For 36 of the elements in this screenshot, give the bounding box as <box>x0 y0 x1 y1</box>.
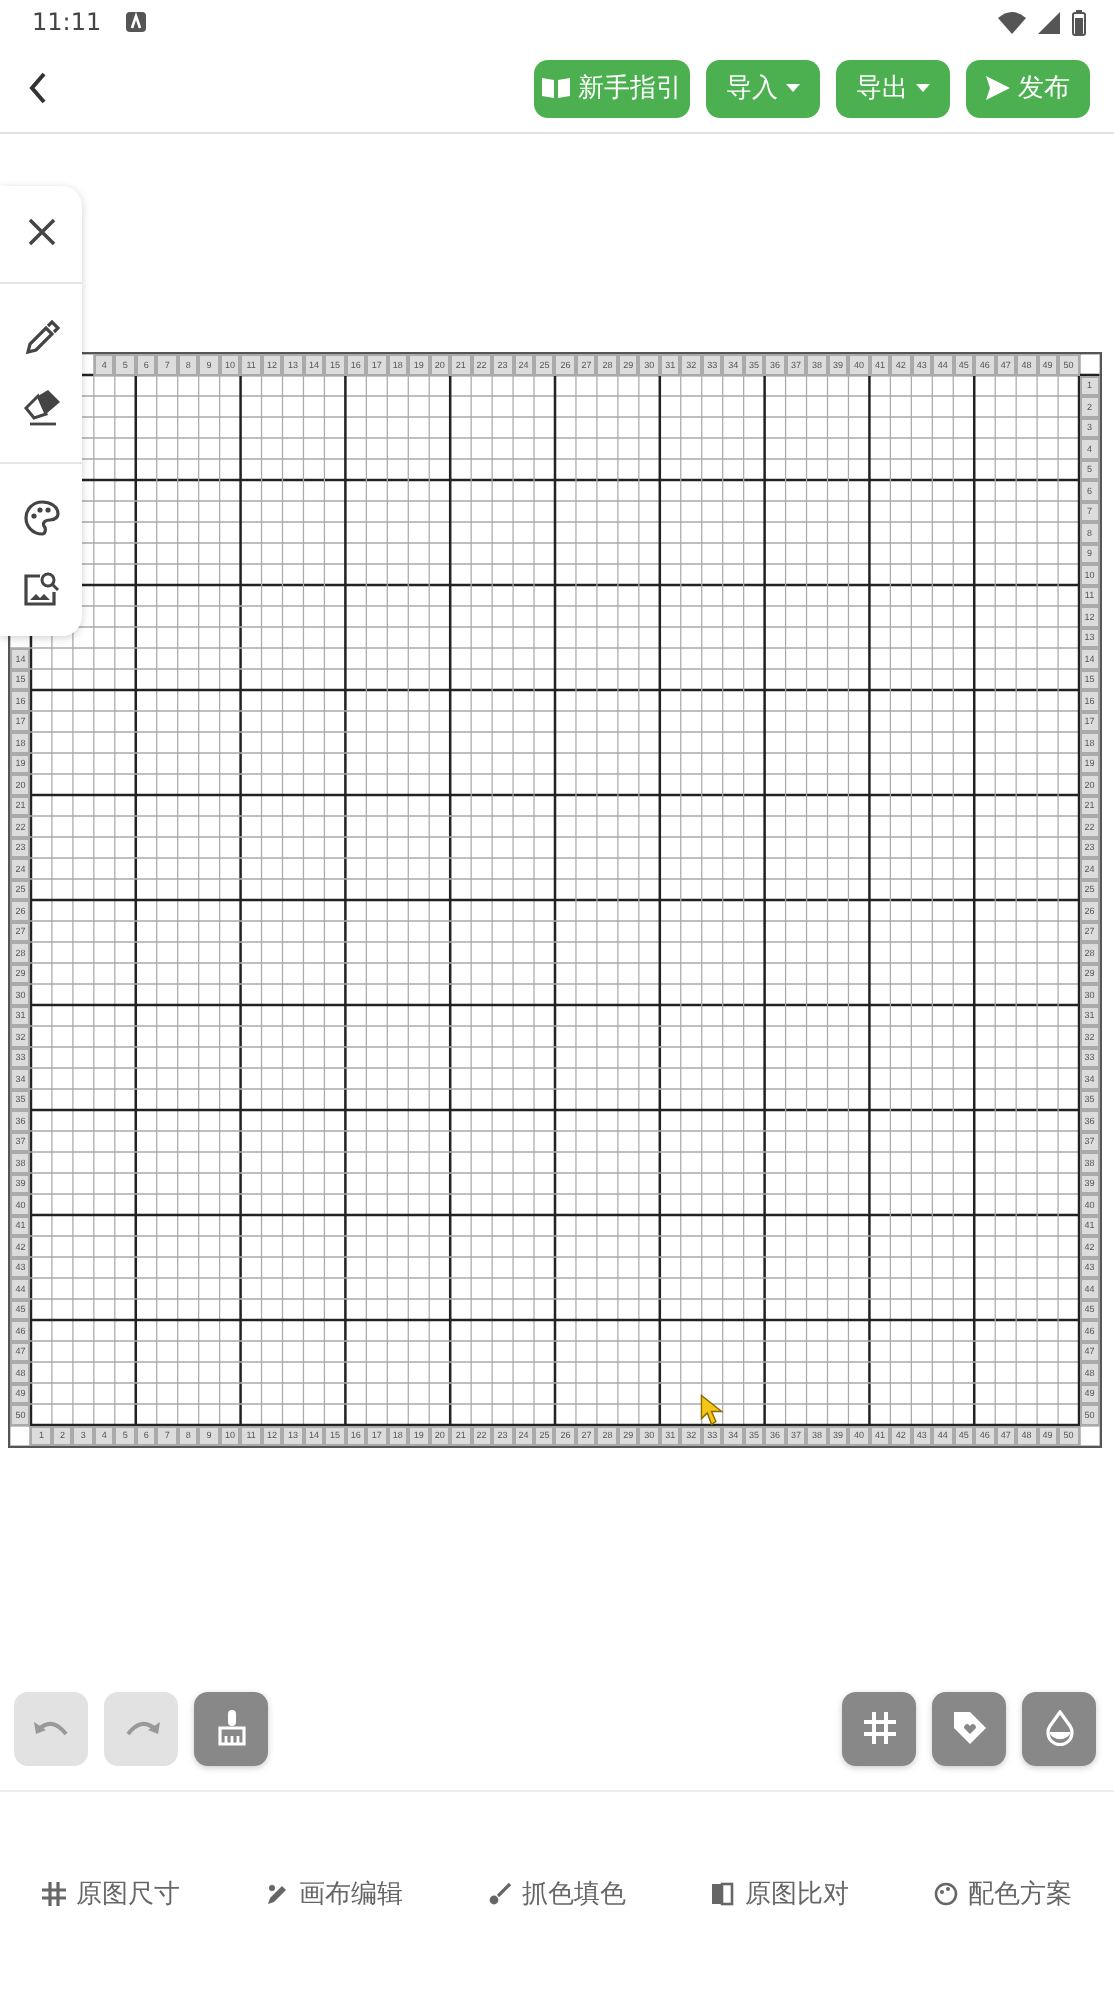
brush-icon <box>487 1881 512 1905</box>
close-icon[interactable] <box>25 215 57 248</box>
bottom-tab[interactable]: 原图比对 <box>706 1867 853 1919</box>
palette-icon[interactable] <box>23 499 59 536</box>
status-time: 11:11 <box>32 8 102 36</box>
caret-icon <box>786 84 800 92</box>
bottom-tab[interactable]: 原图尺寸 <box>38 1867 185 1919</box>
pencil-icon <box>265 1881 290 1905</box>
compare-icon <box>710 1881 735 1905</box>
palette-icon <box>933 1881 958 1905</box>
undo-icon <box>33 1716 69 1740</box>
grid-button[interactable] <box>842 1691 916 1765</box>
drop-icon <box>1045 1710 1073 1746</box>
tag-icon <box>951 1710 987 1746</box>
cursor-icon <box>700 1394 726 1426</box>
notification-icon <box>125 12 146 32</box>
back-icon[interactable] <box>28 72 48 104</box>
image-search-icon[interactable] <box>23 570 59 607</box>
bottom-tab[interactable]: 画布编辑 <box>261 1867 408 1919</box>
send-icon <box>986 76 1010 100</box>
battery-icon <box>1072 9 1086 35</box>
grid-icon <box>861 1710 897 1746</box>
book-icon <box>542 76 570 100</box>
eraser-icon[interactable] <box>23 390 59 427</box>
signal-icon <box>1038 11 1060 33</box>
caret-icon <box>916 84 930 92</box>
drop-button[interactable] <box>1022 1691 1096 1765</box>
grid-icon <box>42 1881 67 1905</box>
bottom-tab[interactable]: 抓色填色 <box>483 1867 630 1919</box>
tag-button[interactable] <box>932 1691 1006 1765</box>
brush-button[interactable] <box>194 1691 268 1765</box>
eyedropper-icon[interactable] <box>23 319 59 356</box>
bottom-tab[interactable]: 配色方案 <box>929 1867 1076 1919</box>
wifi-icon <box>998 11 1026 33</box>
redo-icon <box>123 1716 159 1740</box>
brush-icon <box>215 1710 247 1746</box>
